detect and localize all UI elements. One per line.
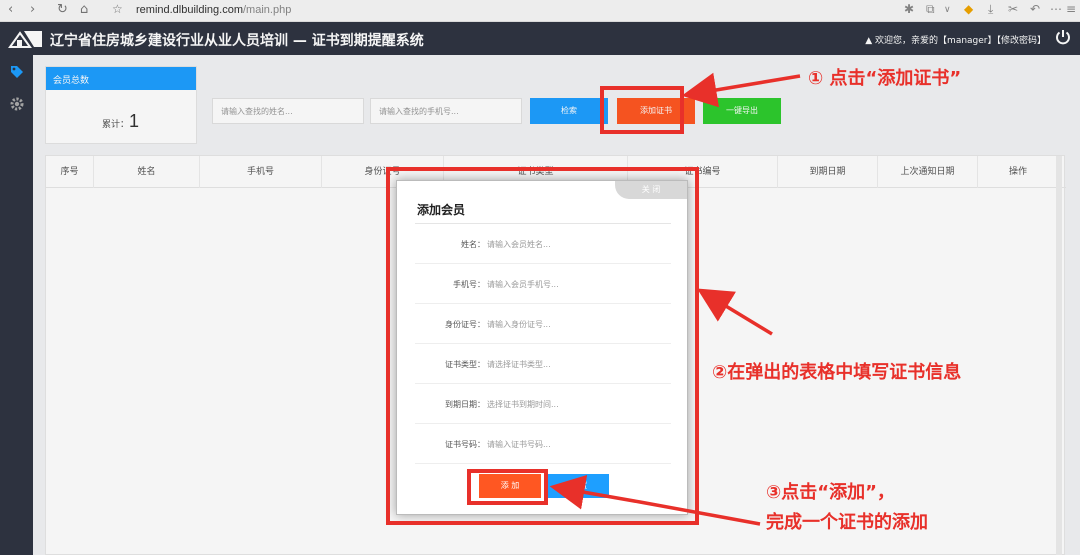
annotation-step2: ②在弹出的表格中填写证书信息	[712, 362, 962, 383]
screenshot-root: ‹ › ↻ ⌂ ☆ remind.dlbuilding.com/main.php…	[0, 0, 1080, 555]
arrow-step2	[697, 288, 773, 336]
annotation-step1: ① 点击“添加证书”	[808, 68, 962, 89]
arrow-step1	[681, 72, 801, 108]
arrow-step3	[549, 474, 761, 526]
annotation-step3-line2: 完成一个证书的添加	[766, 512, 928, 533]
annotation-step3-line1: ③点击“添加”，	[766, 482, 895, 503]
